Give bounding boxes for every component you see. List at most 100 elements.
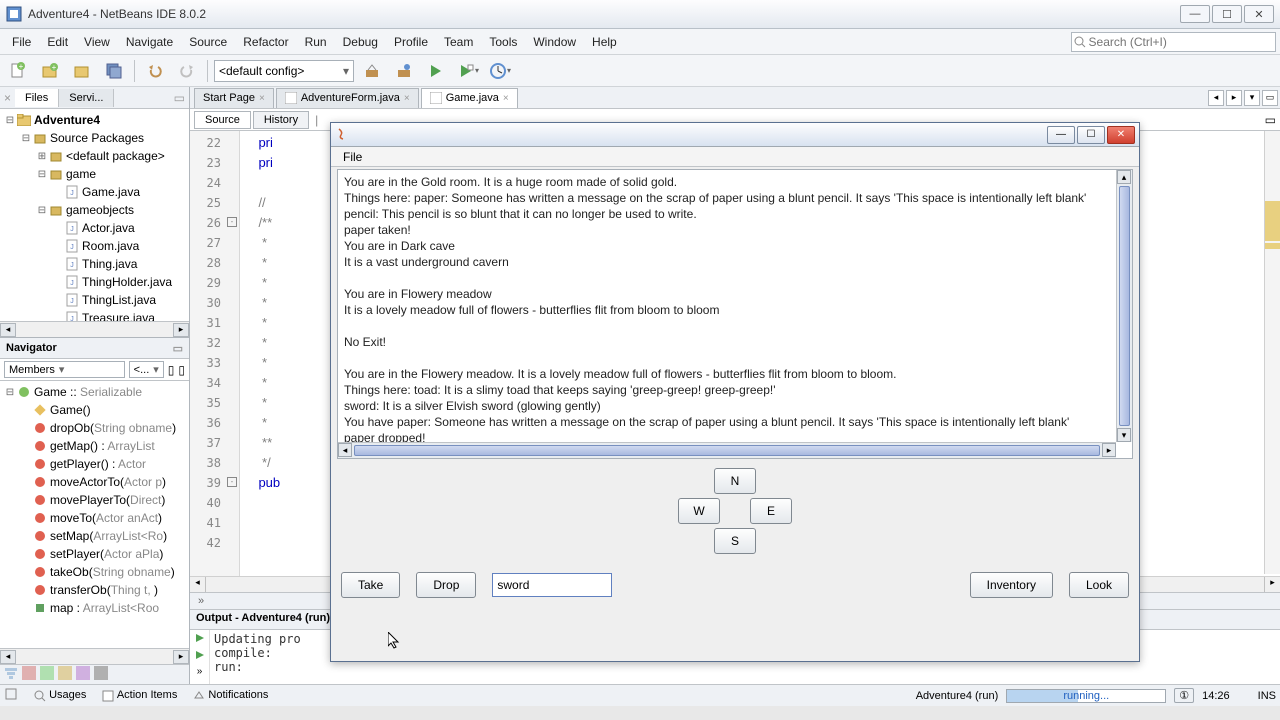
open-project-button[interactable] [68, 58, 96, 84]
tree-row[interactable]: ⊟Game :: Serializable [0, 383, 189, 401]
project-tree[interactable]: ⊟Adventure4⊟Source Packages⊞<default pac… [0, 109, 189, 321]
inventory-button[interactable]: Inventory [970, 572, 1053, 598]
game-vscroll[interactable]: ▴ ▾ [1116, 170, 1132, 442]
members-hscroll[interactable]: ◂▸ [0, 648, 189, 664]
tree-row[interactable]: transferOb(Thing t, ) [0, 581, 189, 599]
tab-services[interactable]: Servi... [59, 89, 114, 107]
game-output[interactable]: You are in the Gold room. It is a huge r… [337, 169, 1133, 459]
game-close-button[interactable]: ✕ [1107, 126, 1135, 144]
menu-run[interactable]: Run [297, 31, 335, 53]
clean-build-button[interactable] [390, 58, 418, 84]
undo-button[interactable] [141, 58, 169, 84]
tree-row[interactable]: ⊟gameobjects [0, 201, 189, 219]
filter-btn[interactable] [22, 666, 36, 683]
status-icon[interactable] [4, 687, 18, 704]
nav-north-button[interactable]: N [714, 468, 756, 494]
new-file-button[interactable]: + [4, 58, 32, 84]
tree-row[interactable]: map : ArrayList<Roo [0, 599, 189, 617]
object-input[interactable] [492, 573, 612, 597]
tree-row[interactable]: getMap() : ArrayList [0, 437, 189, 455]
tree-row[interactable]: setPlayer(Actor aPla) [0, 545, 189, 563]
filter-btn[interactable] [4, 666, 18, 683]
tree-hscroll[interactable]: ◂▸ [0, 321, 189, 337]
task-count[interactable]: ① [1174, 688, 1194, 703]
menu-view[interactable]: View [76, 31, 118, 53]
take-button[interactable]: Take [341, 572, 400, 598]
usages-link[interactable]: Usages [34, 689, 86, 701]
close-button[interactable]: ✕ [1244, 5, 1274, 23]
tree-row[interactable]: JThingHolder.java [0, 273, 189, 291]
nav-btn1[interactable]: ▯ [168, 363, 175, 377]
tree-row[interactable]: moveTo(Actor anAct) [0, 509, 189, 527]
tree-row[interactable]: JThingList.java [0, 291, 189, 309]
filter-btn[interactable] [76, 666, 90, 683]
tree-row[interactable]: Game() [0, 401, 189, 419]
game-hscroll[interactable]: ◂ ▸ [338, 442, 1116, 458]
expand-icon[interactable]: ▭ [170, 91, 189, 105]
game-menu-file[interactable]: File [337, 148, 368, 166]
nav-south-button[interactable]: S [714, 528, 756, 554]
nav-fwd[interactable]: ▸ [1226, 90, 1242, 106]
tab-close-icon[interactable]: × [0, 91, 15, 105]
members-tree[interactable]: ⊟Game :: SerializableGame()dropOb(String… [0, 381, 189, 648]
game-titlebar[interactable]: — ☐ ✕ [331, 123, 1139, 147]
editor-max-icon[interactable]: ▭ [1265, 113, 1280, 127]
menu-profile[interactable]: Profile [386, 31, 436, 53]
look-button[interactable]: Look [1069, 572, 1129, 598]
nav-btn2[interactable]: ▯ [178, 363, 185, 377]
menu-source[interactable]: Source [181, 31, 235, 53]
menu-tools[interactable]: Tools [481, 31, 525, 53]
tree-row[interactable]: JThing.java [0, 255, 189, 273]
menu-navigate[interactable]: Navigate [118, 31, 181, 53]
output-run-icon[interactable] [194, 632, 206, 647]
filter-btn[interactable] [94, 666, 108, 683]
config-dropdown[interactable]: <default config> [214, 60, 354, 82]
tree-row[interactable]: ⊟Adventure4 [0, 111, 189, 129]
tree-row[interactable]: JActor.java [0, 219, 189, 237]
menu-edit[interactable]: Edit [39, 31, 76, 53]
nav-list[interactable]: ▾ [1244, 90, 1260, 106]
output-run2-icon[interactable] [194, 649, 206, 664]
nav-back[interactable]: ◂ [1208, 90, 1224, 106]
tab-game[interactable]: Game.java× [421, 88, 518, 108]
game-maximize-button[interactable]: ☐ [1077, 126, 1105, 144]
filter-combo[interactable]: <... [129, 361, 164, 378]
tab-startpage[interactable]: Start Page× [194, 88, 274, 108]
source-tab[interactable]: Source [194, 111, 251, 129]
nav-west-button[interactable]: W [678, 498, 720, 524]
tab-adventureform[interactable]: AdventureForm.java× [276, 88, 419, 108]
maximize-button[interactable]: ☐ [1212, 5, 1242, 23]
redo-button[interactable] [173, 58, 201, 84]
save-all-button[interactable] [100, 58, 128, 84]
tree-row[interactable]: movePlayerTo(Direct) [0, 491, 189, 509]
tree-row[interactable]: ⊞<default package> [0, 147, 189, 165]
run-button[interactable] [422, 58, 450, 84]
progress-bar[interactable]: running... [1006, 689, 1166, 703]
editor-vscroll[interactable] [1264, 131, 1280, 574]
tree-row[interactable]: dropOb(String obname) [0, 419, 189, 437]
minimize-button[interactable]: — [1180, 5, 1210, 23]
nav-east-button[interactable]: E [750, 498, 792, 524]
game-minimize-button[interactable]: — [1047, 126, 1075, 144]
drop-button[interactable]: Drop [416, 572, 476, 598]
tree-row[interactable]: takeOb(String obname) [0, 563, 189, 581]
quick-search[interactable] [1071, 32, 1276, 52]
menu-help[interactable]: Help [584, 31, 625, 53]
profile-button[interactable]: ▾ [486, 58, 514, 84]
output-more-icon[interactable]: » [197, 666, 203, 677]
tree-row[interactable]: ⊟Source Packages [0, 129, 189, 147]
menu-refactor[interactable]: Refactor [235, 31, 296, 53]
filter-btn[interactable] [58, 666, 72, 683]
tree-row[interactable]: JGame.java [0, 183, 189, 201]
menu-debug[interactable]: Debug [335, 31, 386, 53]
tree-row[interactable]: JTreasure.java [0, 309, 189, 321]
history-tab[interactable]: History [253, 111, 309, 129]
menu-team[interactable]: Team [436, 31, 481, 53]
tree-row[interactable]: JRoom.java [0, 237, 189, 255]
tree-row[interactable]: setMap(ArrayList<Ro) [0, 527, 189, 545]
tree-row[interactable]: getPlayer() : Actor [0, 455, 189, 473]
nav-max[interactable]: ▭ [1262, 90, 1278, 106]
menu-file[interactable]: File [4, 31, 39, 53]
search-input[interactable] [1089, 35, 1275, 49]
members-combo[interactable]: Members [4, 361, 125, 378]
